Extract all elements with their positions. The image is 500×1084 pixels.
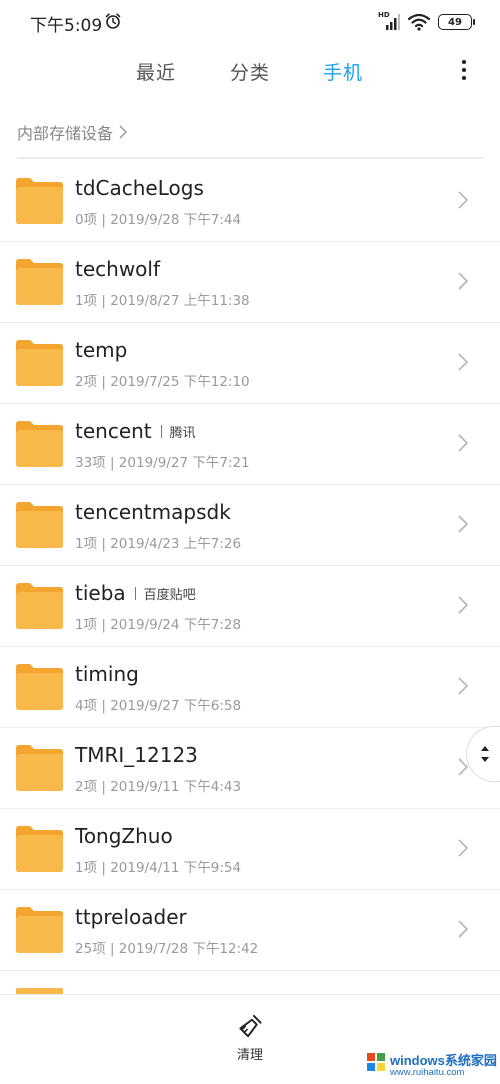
folder-icon (16, 421, 63, 467)
file-name: TMRI_12123 (75, 743, 198, 767)
file-title: TMRI_12123 (75, 743, 198, 767)
tab-bar: 最近 分类 手机 (0, 50, 500, 92)
chevron-right-icon (458, 596, 468, 614)
status-time: 下午5:09 (30, 16, 103, 36)
file-name: tencentmapsdk (75, 500, 231, 524)
file-list: tdCacheLogs 0项 | 2019/9/28 下午7:44 techwo… (0, 161, 500, 971)
windows-logo-icon (367, 1053, 385, 1071)
breadcrumb[interactable]: 内部存储设备 (17, 120, 128, 144)
file-meta: 2项 | 2019/7/25 下午12:10 (75, 374, 250, 390)
tab-phone[interactable]: 手机 (323, 58, 363, 85)
list-item[interactable]: temp 2项 | 2019/7/25 下午12:10 (0, 323, 500, 404)
breadcrumb-internal-storage[interactable]: 内部存储设备 (17, 120, 113, 144)
file-meta: 1项 | 2019/4/11 下午9:54 (75, 860, 242, 876)
chevron-right-icon (458, 920, 468, 938)
file-name: timing (75, 662, 139, 686)
file-meta: 25项 | 2019/7/28 下午12:42 (75, 941, 259, 957)
folder-icon (16, 907, 63, 953)
list-item[interactable]: ttpreloader 25项 | 2019/7/28 下午12:42 (0, 890, 500, 971)
folder-icon (16, 583, 63, 629)
folder-icon (16, 745, 63, 791)
folder-icon (16, 259, 63, 305)
file-alias: 百度贴吧 (143, 587, 196, 603)
alias-separator (134, 586, 136, 600)
file-name: tdCacheLogs (75, 176, 204, 200)
chevron-right-icon (458, 434, 468, 452)
folder-icon (16, 178, 63, 224)
file-title: tdCacheLogs (75, 176, 204, 200)
list-item[interactable]: tdCacheLogs 0项 | 2019/9/28 下午7:44 (0, 161, 500, 242)
battery-level: 49 (448, 16, 462, 28)
file-title: temp (75, 338, 127, 362)
file-name: tencent (75, 419, 152, 443)
watermark-url: www.ruihaitu.com (390, 1067, 465, 1078)
more-vertical-icon[interactable] (456, 56, 472, 84)
list-item[interactable]: TongZhuo 1项 | 2019/4/11 下午9:54 (0, 809, 500, 890)
file-name: techwolf (75, 257, 161, 281)
list-item[interactable]: timing 4项 | 2019/9/27 下午6:58 (0, 647, 500, 728)
file-meta: 2项 | 2019/9/11 下午4:43 (75, 779, 242, 795)
list-item[interactable]: techwolf 1项 | 2019/8/27 上午11:38 (0, 242, 500, 323)
battery-icon: 49 (438, 14, 475, 30)
chevron-right-icon (458, 677, 468, 695)
chevron-right-icon (458, 353, 468, 371)
file-title: tencentmapsdk (75, 500, 231, 524)
file-title: timing (75, 662, 139, 686)
alias-separator (160, 424, 162, 438)
status-icons: HD 49 (378, 11, 475, 32)
tab-category[interactable]: 分类 (230, 58, 270, 85)
file-title: tencent 腾讯 (75, 419, 196, 443)
file-title: ttpreloader (75, 905, 187, 929)
file-meta: 4项 | 2019/9/27 下午6:58 (75, 698, 242, 714)
folder-icon (16, 826, 63, 872)
chevron-right-icon (458, 515, 468, 533)
alarm-clock-icon (105, 13, 121, 29)
clean-button[interactable]: 清理 (222, 1013, 278, 1063)
wifi-icon (408, 13, 430, 31)
list-item[interactable]: tieba 百度贴吧 1项 | 2019/9/24 下午7:28 (0, 566, 500, 647)
list-item[interactable]: tencentmapsdk 1项 | 2019/4/23 上午7:26 (0, 485, 500, 566)
file-meta: 1项 | 2019/9/24 下午7:28 (75, 617, 242, 633)
clean-label: 清理 (236, 1048, 263, 1063)
list-item[interactable]: TMRI_12123 2项 | 2019/9/11 下午4:43 (0, 728, 500, 809)
folder-icon (16, 502, 63, 548)
list-item[interactable]: tencent 腾讯 33项 | 2019/9/27 下午7:21 (0, 404, 500, 485)
file-title: tieba 百度贴吧 (75, 581, 196, 605)
folder-icon (16, 664, 63, 710)
folder-icon (16, 340, 63, 386)
file-meta: 1项 | 2019/4/23 上午7:26 (75, 536, 242, 552)
chevron-right-icon (458, 191, 468, 209)
broom-icon (239, 1014, 262, 1038)
file-title: TongZhuo (75, 824, 173, 848)
chevron-right-icon (119, 125, 128, 139)
file-name: tieba (75, 581, 126, 605)
file-name: ttpreloader (75, 905, 187, 929)
file-name: TongZhuo (75, 824, 173, 848)
file-meta: 0项 | 2019/9/28 下午7:44 (75, 212, 242, 228)
divider (17, 157, 483, 159)
file-title: techwolf (75, 257, 160, 281)
chevron-right-icon (458, 272, 468, 290)
watermark: windows系统家园 www.ruihaitu.com (366, 1048, 500, 1084)
file-name: temp (75, 338, 128, 362)
file-meta: 1项 | 2019/8/27 上午11:38 (75, 293, 250, 309)
status-bar: 下午5:09 HD 49 (0, 0, 500, 44)
file-alias: 腾讯 (169, 425, 196, 441)
file-meta: 33项 | 2019/9/27 下午7:21 (75, 455, 250, 471)
chevron-right-icon (458, 839, 468, 857)
cell-signal-icon: HD (378, 11, 400, 31)
tab-recent[interactable]: 最近 (136, 58, 176, 85)
